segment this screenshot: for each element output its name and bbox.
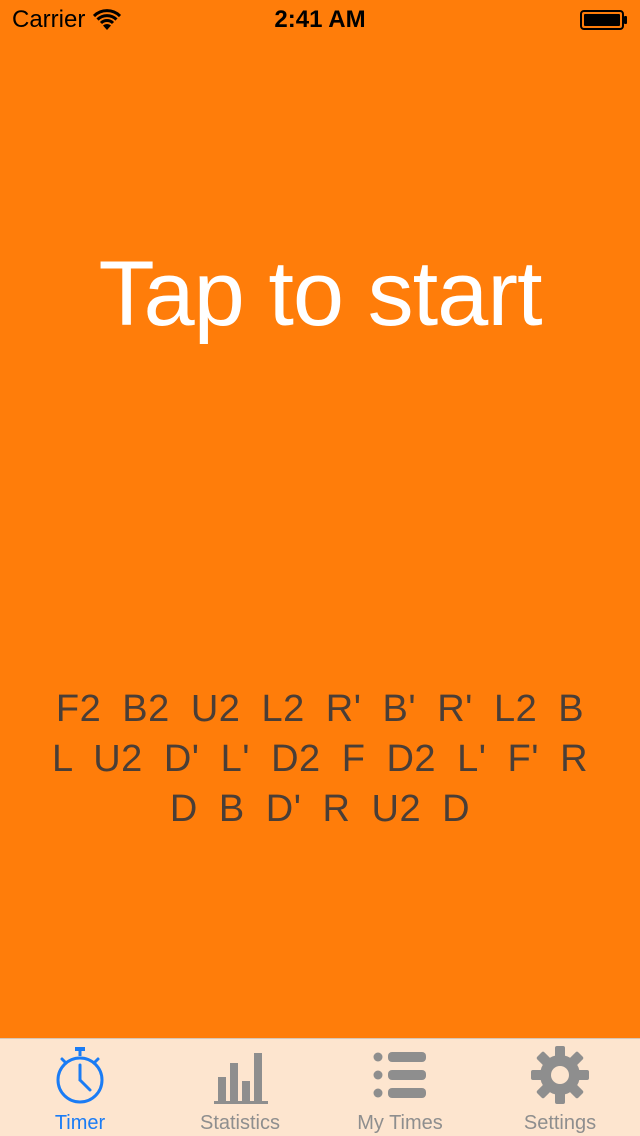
tab-statistics[interactable]: Statistics [160,1039,320,1136]
tab-timer-label: Timer [54,1112,106,1134]
bar-chart-icon [214,1053,268,1104]
tab-settings[interactable]: Settings [480,1039,640,1136]
timer-tap-area[interactable]: Tap to start F2 B2 U2 L2 R' B' R' L2 B L… [0,40,640,1038]
list-icon [373,1052,426,1098]
stopwatch-icon [56,1047,104,1104]
scramble-sequence: F2 B2 U2 L2 R' B' R' L2 B L U2 D' L' D2 … [51,688,589,830]
tab-timer[interactable]: Timer [0,1039,160,1136]
status-bar: Carrier 2:41 AM [0,0,640,40]
tap-to-start-label: Tap to start [98,243,542,345]
tab-bar: Timer Statistics My Times Settings [0,1038,640,1136]
tab-settings-label: Settings [523,1112,597,1134]
tab-my-times[interactable]: My Times [320,1039,480,1136]
battery-icon [580,10,627,30]
tab-statistics-label: Statistics [199,1112,281,1134]
gear-icon [531,1046,589,1104]
status-time: 2:41 AM [274,6,366,33]
tab-my-times-label: My Times [357,1112,443,1134]
